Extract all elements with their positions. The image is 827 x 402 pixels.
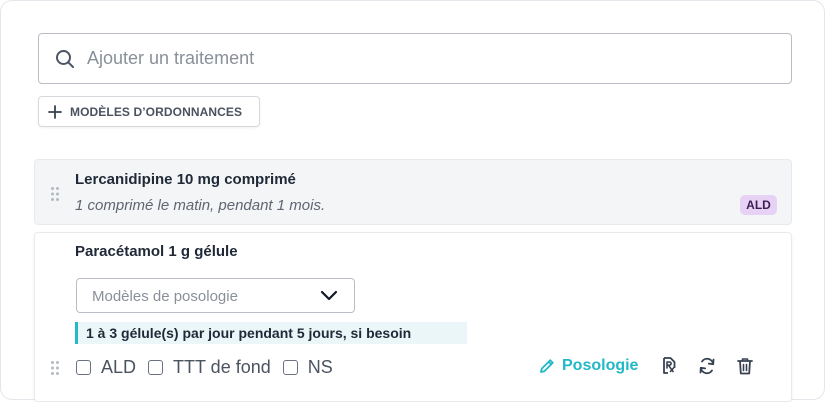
checkbox-box[interactable] (76, 359, 91, 375)
pencil-icon (540, 359, 554, 373)
posology-templates-select[interactable]: Modèles de posologie (76, 278, 355, 313)
search-icon (56, 50, 74, 68)
prescription-templates-button[interactable]: MODÈLES D’ORDONNANCES (38, 96, 260, 127)
prescription-flags: ALD TTT de fond NS (76, 355, 345, 379)
drug-name: Paracétamol 1 g gélule (75, 243, 238, 260)
checkbox-box[interactable] (282, 359, 298, 375)
posologie-button[interactable]: Posologie (538, 357, 638, 375)
search-input[interactable] (87, 34, 777, 83)
prescription-file-icon (663, 357, 676, 374)
trash-icon (737, 358, 754, 375)
drag-handle-icon[interactable] (50, 186, 60, 202)
delete-button[interactable] (734, 355, 756, 377)
prescription-templates-label: MODÈLES D’ORDONNANCES (70, 104, 243, 119)
drug-name: Lercanidipine 10 mg comprimé (75, 171, 296, 188)
posologie-button-label: Posologie (562, 357, 639, 374)
refresh-icon (700, 357, 715, 375)
refresh-button[interactable] (696, 355, 718, 377)
ns-checkbox[interactable]: NS (282, 356, 333, 378)
ald-checkbox-label: ALD (101, 356, 137, 377)
ald-checkbox[interactable]: ALD (76, 357, 136, 378)
ttt-de-fond-checkbox-label: TTT de fond (173, 356, 271, 377)
ald-badge: ALD (740, 195, 777, 215)
chevron-down-icon (320, 290, 338, 301)
prescription-panel: MODÈLES D’ORDONNANCES Lercanidipine 10 m… (0, 0, 825, 402)
prescription-file-button[interactable] (658, 355, 680, 377)
prescription-item[interactable]: Lercanidipine 10 mg comprimé 1 comprimé … (34, 159, 792, 225)
search-field[interactable] (38, 33, 792, 84)
drag-handle-icon[interactable] (50, 360, 60, 376)
prescription-item-expanded[interactable]: Paracétamol 1 g gélule Modèles de posolo… (34, 232, 792, 402)
posology-select-placeholder: Modèles de posologie (92, 288, 238, 305)
ttt-de-fond-checkbox[interactable]: TTT de fond (148, 357, 271, 378)
plus-icon (48, 104, 62, 119)
checkbox-box[interactable] (148, 359, 164, 375)
prescription-actions: Posologie (538, 352, 772, 380)
dosage-text: 1 comprimé le matin, pendant 1 mois. (75, 197, 326, 214)
posology-instruction: 1 à 3 gélule(s) par jour pendant 5 jours… (75, 322, 467, 344)
ns-checkbox-label: NS (307, 356, 333, 377)
